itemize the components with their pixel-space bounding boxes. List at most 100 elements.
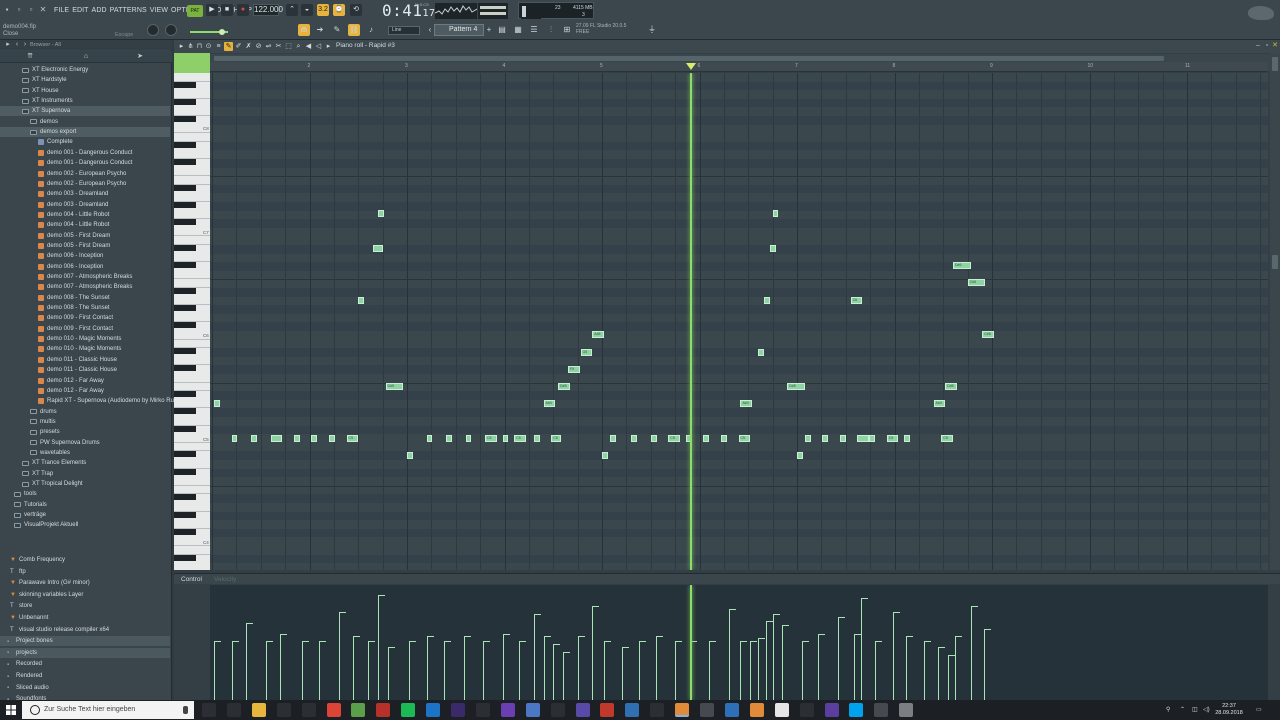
maximize-app-icon[interactable]: ▫ — [26, 5, 36, 15]
piano-keyboard[interactable]: C8 C7 C6 C5 C4 — [174, 73, 210, 570]
black-key[interactable] — [174, 554, 196, 561]
app-gray-icon[interactable] — [700, 703, 714, 717]
slip-tool-icon[interactable]: ⇌ — [264, 42, 273, 51]
browser-folder[interactable]: XT Hardstyle — [0, 75, 170, 85]
slice-tool-icon[interactable]: ✂ — [274, 42, 283, 51]
browser-shortcut[interactable]: ▪ Sliced audio — [0, 683, 170, 693]
browser-shortcut[interactable]: ▪ Recorded — [0, 659, 170, 669]
skype-icon[interactable] — [849, 703, 864, 717]
piano-roll-note[interactable] — [372, 244, 383, 252]
add-pattern-icon[interactable]: + — [483, 24, 495, 36]
browser-folder[interactable]: VisualProjekt Aktuell — [0, 520, 170, 530]
chrome-icon[interactable] — [326, 703, 341, 717]
piano-roll-note[interactable]: C5 — [485, 435, 497, 442]
velocity-handle[interactable] — [758, 637, 765, 639]
browser-folder[interactable]: XT Electronic Energy — [0, 65, 170, 75]
playback-tool-icon[interactable]: ◀ — [304, 42, 313, 51]
velocity-stem[interactable] — [246, 622, 248, 700]
black-key[interactable] — [174, 322, 196, 329]
browser-file[interactable]: demo 002 - European Psycho — [0, 179, 170, 189]
piano-roll-note[interactable] — [358, 296, 365, 304]
velocity-handle[interactable] — [577, 635, 585, 637]
piano-roll-note[interactable] — [650, 435, 657, 442]
velocity-handle[interactable] — [231, 641, 239, 643]
piano-roll-note[interactable] — [251, 435, 257, 442]
notification-icon[interactable]: ▭ — [1256, 706, 1262, 713]
black-key[interactable] — [174, 494, 196, 501]
black-key[interactable] — [174, 245, 196, 251]
minimize-app-icon[interactable]: ▫ — [14, 5, 24, 15]
velocity-stem[interactable] — [782, 625, 784, 700]
browser-folder[interactable]: multis — [0, 417, 170, 427]
velocity-handle[interactable] — [970, 605, 978, 607]
black-key[interactable] — [174, 288, 196, 294]
velocity-stem[interactable] — [319, 641, 321, 700]
browser-shortcut[interactable]: ▪ Rendered — [0, 671, 170, 681]
browser-shortcut[interactable]: ▪ projects — [0, 647, 170, 658]
velocity-handle[interactable] — [603, 641, 611, 643]
velocity-handle[interactable] — [875, 641, 882, 643]
browser-file[interactable]: demo 001 - Dangerous Conduct — [0, 148, 170, 158]
piano-roll-note[interactable]: C5 — [346, 435, 359, 442]
browser-folder[interactable]: XT Trap — [0, 469, 170, 479]
velocity-stem[interactable] — [502, 633, 504, 700]
menu-add[interactable]: ADD — [92, 7, 107, 14]
velocity-stem[interactable] — [750, 641, 752, 700]
close-app-icon[interactable]: ✕ — [38, 5, 48, 15]
piano-roll-note[interactable] — [377, 210, 384, 218]
black-key[interactable] — [174, 116, 196, 122]
velocity-stem[interactable] — [621, 646, 623, 700]
master-volume-knob[interactable] — [147, 24, 159, 36]
close-window-icon[interactable]: ✕ — [1271, 42, 1279, 50]
browser-file[interactable]: demo 004 - Little Robot — [0, 220, 170, 230]
browser-folder[interactable]: tools — [0, 489, 170, 499]
metronome-icon[interactable]: ⌃ — [286, 4, 298, 16]
velocity-handle[interactable] — [463, 635, 471, 637]
vertical-scrollbar[interactable] — [1270, 53, 1280, 570]
black-key[interactable] — [174, 219, 196, 226]
velocity-stem[interactable] — [675, 641, 677, 700]
black-key[interactable] — [174, 468, 196, 475]
piano-roll-note[interactable]: C5 — [738, 435, 751, 442]
velocity-handle[interactable] — [906, 635, 914, 637]
piano-roll-note[interactable] — [426, 435, 433, 442]
velocity-stem[interactable] — [444, 641, 446, 700]
browser-shortcut[interactable]: ▼ Unbenannt — [0, 613, 170, 623]
control-target-value[interactable]: Velocity — [214, 576, 236, 583]
velocity-handle[interactable] — [543, 635, 551, 637]
piano-roll-note[interactable] — [769, 244, 776, 252]
piano-roll-note[interactable] — [533, 435, 540, 442]
note-grid[interactable]: C5 D#5 C5 C5 A#4 C5 D#5 F5 G5 A#5 C5 C5 A#4 D#5 C6 C5 A#… — [210, 73, 1268, 570]
browser-file[interactable]: demo 006 - Inception — [0, 262, 170, 272]
black-key[interactable] — [174, 451, 196, 458]
app-m-icon[interactable] — [774, 703, 789, 717]
velocity-stem[interactable] — [954, 635, 956, 700]
velocity-handle[interactable] — [782, 625, 790, 627]
visual-studio-icon[interactable] — [500, 703, 515, 717]
velocity-stem[interactable] — [892, 612, 894, 700]
speaker-icon[interactable]: ◁ — [314, 42, 323, 51]
piano-roll-icon[interactable]: ▦ — [512, 24, 524, 36]
photos-icon[interactable] — [550, 703, 565, 717]
link-icon[interactable]: ⛓ — [348, 24, 360, 36]
loop-record-icon[interactable]: ⟲ — [350, 4, 362, 16]
black-key[interactable] — [174, 81, 196, 88]
piano-roll-note[interactable] — [772, 210, 779, 218]
piano-roll-note[interactable]: D#6 — [953, 262, 971, 269]
velocity-handle[interactable] — [954, 635, 962, 637]
after-effects-icon[interactable] — [451, 703, 465, 717]
velocity-stem[interactable] — [553, 644, 555, 700]
app-purple-icon[interactable] — [575, 703, 590, 717]
app-arrow-icon[interactable] — [724, 703, 739, 717]
piano-roll-note[interactable] — [763, 296, 770, 304]
browser-folder[interactable]: XT Instruments — [0, 96, 170, 106]
black-key[interactable] — [174, 365, 196, 372]
black-key[interactable] — [174, 425, 196, 432]
velocity-handle[interactable] — [938, 646, 946, 648]
black-key[interactable] — [174, 305, 196, 312]
menu-edit[interactable]: EDIT — [72, 7, 88, 14]
magnet-icon[interactable]: ⋔ — [186, 42, 195, 51]
options-arrow-icon[interactable]: ▸ — [177, 42, 186, 51]
velocity-handle[interactable] — [213, 641, 221, 643]
horizontal-scroll-thumb[interactable] — [214, 56, 1164, 61]
